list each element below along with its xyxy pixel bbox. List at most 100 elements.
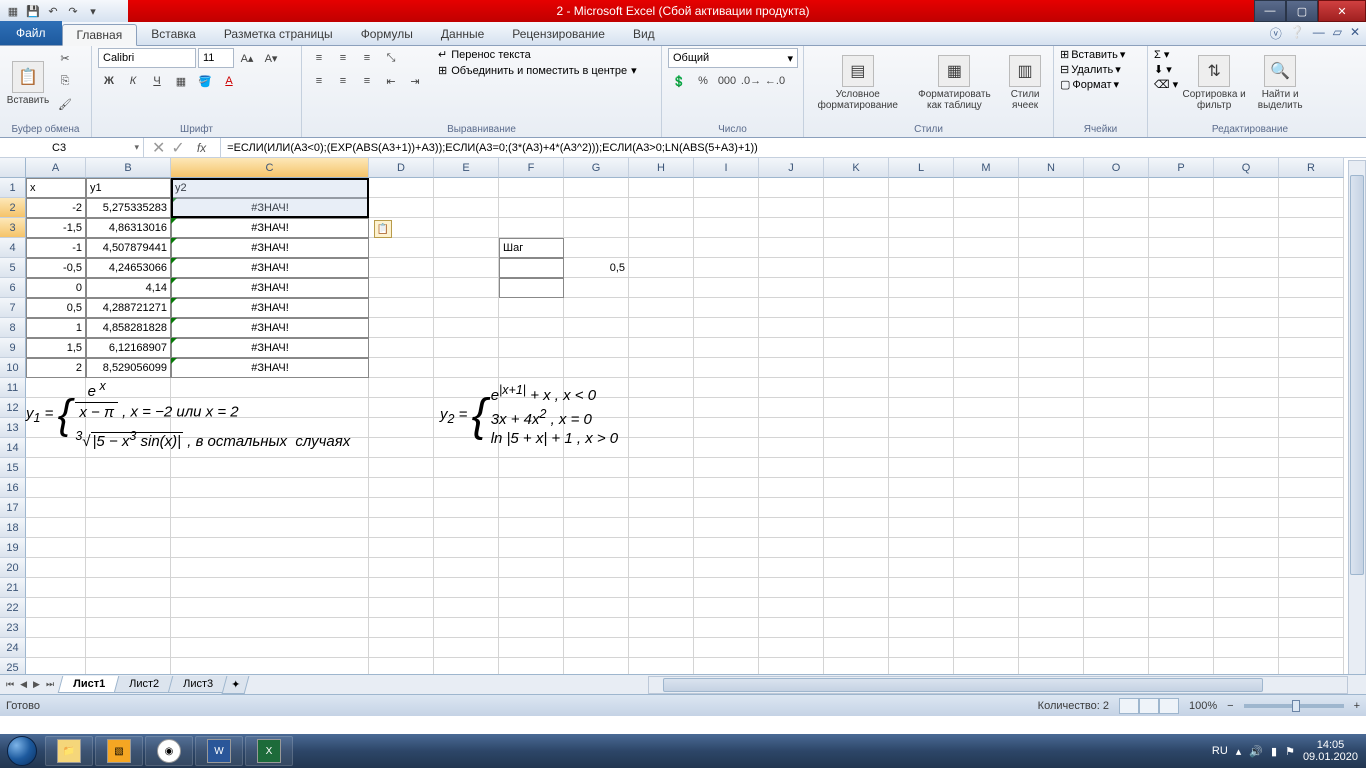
cell-D25[interactable] <box>369 658 434 674</box>
cell-N10[interactable] <box>1019 358 1084 378</box>
cell-J7[interactable] <box>759 298 824 318</box>
cell-K21[interactable] <box>824 578 889 598</box>
cell-C4[interactable]: #ЗНАЧ! <box>171 238 369 258</box>
cell-O19[interactable] <box>1084 538 1149 558</box>
window-minimize-icon[interactable]: — <box>1313 25 1325 42</box>
cell-L24[interactable] <box>889 638 954 658</box>
cell-I14[interactable] <box>694 438 759 458</box>
cell-N11[interactable] <box>1019 378 1084 398</box>
cell-I3[interactable] <box>694 218 759 238</box>
sheet-tab-3[interactable]: Лист3 <box>168 676 229 693</box>
cell-P21[interactable] <box>1149 578 1214 598</box>
close-button[interactable]: ✕ <box>1318 0 1366 22</box>
cell-O10[interactable] <box>1084 358 1149 378</box>
cell-R6[interactable] <box>1279 278 1344 298</box>
cell-D23[interactable] <box>369 618 434 638</box>
cell-B24[interactable] <box>86 638 171 658</box>
row-header-2[interactable]: 2 <box>0 198 26 218</box>
cell-E22[interactable] <box>434 598 499 618</box>
column-header-P[interactable]: P <box>1149 158 1214 178</box>
row-header-8[interactable]: 8 <box>0 318 26 338</box>
decrease-indent-icon[interactable]: ⇤ <box>380 71 402 91</box>
number-format-dropdown[interactable]: Общий▾ <box>668 48 798 68</box>
scrollbar-thumb[interactable] <box>1350 175 1364 575</box>
cell-H4[interactable] <box>629 238 694 258</box>
horizontal-scrollbar[interactable] <box>648 676 1348 694</box>
window-close-icon[interactable]: ✕ <box>1350 25 1360 42</box>
cell-K20[interactable] <box>824 558 889 578</box>
cell-B3[interactable]: 4,86313016 <box>86 218 171 238</box>
cell-A16[interactable] <box>26 478 86 498</box>
minimize-button[interactable]: — <box>1254 0 1286 22</box>
cell-A1[interactable]: x <box>26 178 86 198</box>
zoom-level[interactable]: 100% <box>1189 700 1217 712</box>
cell-I12[interactable] <box>694 398 759 418</box>
cell-G16[interactable] <box>564 478 629 498</box>
column-header-O[interactable]: O <box>1084 158 1149 178</box>
vertical-scrollbar[interactable] <box>1348 160 1366 692</box>
conditional-formatting-button[interactable]: ▤Условное форматирование <box>810 48 906 118</box>
cell-L18[interactable] <box>889 518 954 538</box>
cell-A15[interactable] <box>26 458 86 478</box>
cell-D5[interactable] <box>369 258 434 278</box>
row-header-1[interactable]: 1 <box>0 178 26 198</box>
column-header-R[interactable]: R <box>1279 158 1344 178</box>
cell-D17[interactable] <box>369 498 434 518</box>
sheet-tab-2[interactable]: Лист2 <box>114 676 175 693</box>
cell-J6[interactable] <box>759 278 824 298</box>
tab-home[interactable]: Главная <box>62 24 138 46</box>
cell-B4[interactable]: 4,507879441 <box>86 238 171 258</box>
cell-K1[interactable] <box>824 178 889 198</box>
save-icon[interactable]: 💾 <box>24 2 42 20</box>
cell-G5[interactable]: 0,5 <box>564 258 629 278</box>
cell-A4[interactable]: -1 <box>26 238 86 258</box>
cell-Q11[interactable] <box>1214 378 1279 398</box>
cell-K17[interactable] <box>824 498 889 518</box>
format-painter-icon[interactable]: 🖌 <box>54 94 76 114</box>
row-header-23[interactable]: 23 <box>0 618 26 638</box>
cell-I16[interactable] <box>694 478 759 498</box>
align-center-icon[interactable]: ≡ <box>332 71 354 91</box>
cell-C15[interactable] <box>171 458 369 478</box>
new-sheet-button[interactable]: ✦ <box>222 676 250 694</box>
cell-B18[interactable] <box>86 518 171 538</box>
cell-M15[interactable] <box>954 458 1019 478</box>
cell-R9[interactable] <box>1279 338 1344 358</box>
cell-O17[interactable] <box>1084 498 1149 518</box>
font-name-input[interactable] <box>98 48 196 68</box>
start-button[interactable] <box>0 734 44 768</box>
cell-R5[interactable] <box>1279 258 1344 278</box>
cell-D1[interactable] <box>369 178 434 198</box>
cell-M19[interactable] <box>954 538 1019 558</box>
sort-filter-button[interactable]: ⇅Сортировка и фильтр <box>1182 48 1246 118</box>
column-header-D[interactable]: D <box>369 158 434 178</box>
view-normal-icon[interactable] <box>1119 698 1139 714</box>
cell-M12[interactable] <box>954 398 1019 418</box>
delete-cells-button[interactable]: ⊟ Удалить ▾ <box>1060 63 1121 76</box>
font-color-icon[interactable]: A <box>218 71 240 91</box>
cell-B8[interactable]: 4,858281828 <box>86 318 171 338</box>
cell-O11[interactable] <box>1084 378 1149 398</box>
row-header-6[interactable]: 6 <box>0 278 26 298</box>
cell-M3[interactable] <box>954 218 1019 238</box>
cell-B25[interactable] <box>86 658 171 674</box>
cell-K7[interactable] <box>824 298 889 318</box>
row-header-14[interactable]: 14 <box>0 438 26 458</box>
border-icon[interactable]: ▦ <box>170 71 192 91</box>
cut-icon[interactable]: ✂ <box>54 48 76 68</box>
sheet-prev-icon[interactable]: ◀ <box>18 679 29 690</box>
cell-K6[interactable] <box>824 278 889 298</box>
ribbon-minimize-icon[interactable]: ⓥ <box>1270 25 1282 42</box>
cell-N13[interactable] <box>1019 418 1084 438</box>
cell-I24[interactable] <box>694 638 759 658</box>
cell-F8[interactable] <box>499 318 564 338</box>
cell-I17[interactable] <box>694 498 759 518</box>
cell-Q1[interactable] <box>1214 178 1279 198</box>
cell-I15[interactable] <box>694 458 759 478</box>
redo-icon[interactable]: ↷ <box>64 2 82 20</box>
cell-H6[interactable] <box>629 278 694 298</box>
row-header-24[interactable]: 24 <box>0 638 26 658</box>
tab-page-layout[interactable]: Разметка страницы <box>210 23 347 45</box>
cell-M24[interactable] <box>954 638 1019 658</box>
align-bottom-icon[interactable]: ≡ <box>356 48 378 68</box>
